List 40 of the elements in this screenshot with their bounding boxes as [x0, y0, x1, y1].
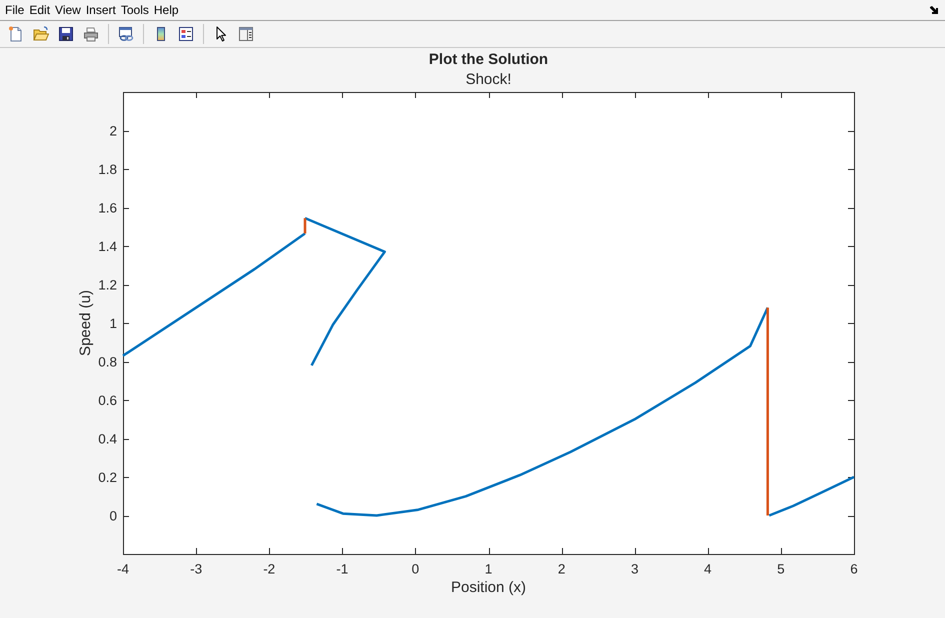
window-chain-icon[interactable] — [118, 26, 134, 42]
y-tick-label: 0.4 — [98, 432, 117, 446]
menu-item[interactable]: View — [55, 3, 81, 17]
y-axis-label: Speed (u) — [77, 290, 94, 356]
x-tick-label: 0 — [412, 562, 420, 576]
menu-item[interactable]: Insert — [86, 3, 116, 17]
menu-item[interactable]: Tools — [120, 3, 149, 17]
y-tick-label: 1.2 — [98, 278, 117, 292]
x-tick-label: -2 — [263, 562, 276, 576]
menu-item[interactable]: File — [5, 3, 24, 17]
new-file-icon[interactable] — [8, 26, 24, 42]
x-tick-label: 1 — [484, 562, 492, 576]
y-tick-label: 0.8 — [98, 354, 117, 370]
plot-title: Shock! — [466, 71, 512, 89]
x-tick-label: 6 — [850, 562, 858, 576]
y-tick-label: 0.6 — [98, 393, 117, 408]
x-tick-label: 2 — [558, 562, 566, 576]
x-tick-label: -4 — [117, 562, 129, 576]
y-tick-label: 2 — [109, 124, 117, 138]
x-tick-label: -3 — [190, 562, 202, 576]
x-tick-label: 5 — [777, 562, 785, 576]
y-tick-label: 0.2 — [98, 470, 117, 485]
y-tick-label: 1.6 — [98, 200, 117, 216]
x-tick-label: 3 — [630, 562, 638, 576]
figure-title: Plot the Solution — [428, 51, 548, 69]
legend-icon[interactable] — [178, 26, 194, 42]
print-icon[interactable] — [83, 26, 99, 42]
y-tick-label: 0 — [109, 508, 117, 524]
dock-arrow-icon[interactable] — [930, 6, 939, 14]
x-tick-label: 4 — [704, 562, 712, 576]
menu-item[interactable]: Edit — [29, 3, 50, 17]
x-axis-label: Position (x) — [450, 579, 526, 596]
y-tick-label: 1.4 — [98, 239, 117, 254]
save-icon[interactable] — [58, 26, 74, 42]
y-tick-label: 1.8 — [98, 162, 117, 177]
panel-window-icon[interactable] — [238, 26, 254, 42]
open-folder-icon[interactable] — [33, 26, 49, 42]
x-tick-label: -1 — [336, 562, 348, 576]
menu-item[interactable]: Help — [154, 3, 179, 17]
y-tick-label: 1 — [109, 316, 117, 331]
